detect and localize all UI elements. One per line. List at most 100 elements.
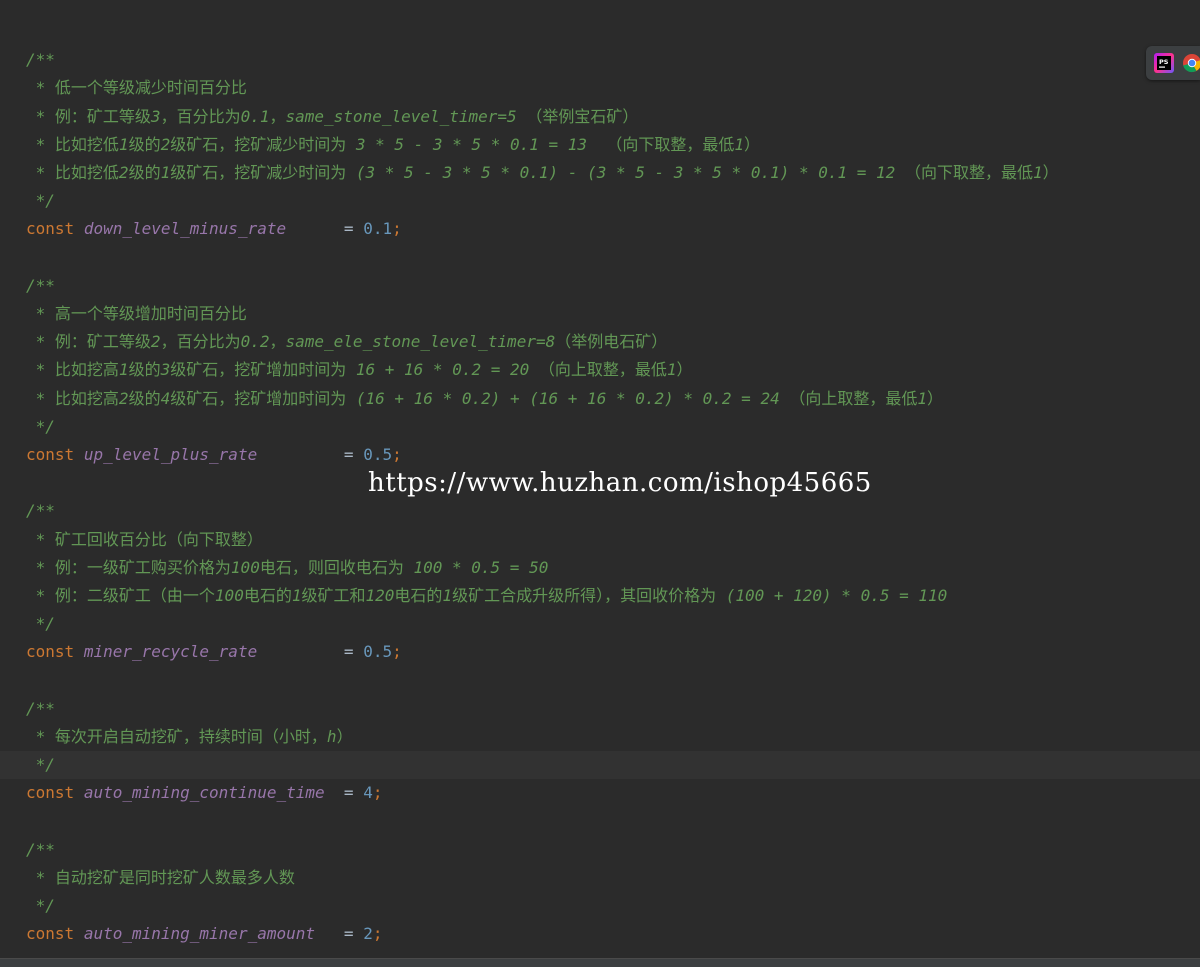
- comment-text: * 比如挖高2级的4级矿石，挖矿增加时间为 (16 + 16 * 0.2) + …: [26, 389, 944, 408]
- comment-text: * 矿工回收百分比（向下取整）: [26, 530, 263, 549]
- comment-text: * 自动挖矿是同时挖矿人数最多人数: [26, 868, 295, 887]
- comment-text: /**: [26, 840, 55, 859]
- comment-text: * 比如挖高1级的3级矿石，挖矿增加时间为 16 + 16 * 0.2 = 20…: [26, 360, 693, 379]
- line-content: */: [0, 413, 55, 441]
- constant-name: auto_mining_continue_time: [83, 783, 325, 802]
- comment-line[interactable]: * 自动挖矿是同时挖矿人数最多人数: [0, 864, 1200, 892]
- padding: [286, 219, 334, 238]
- comment-line[interactable]: * 例：一级矿工购买价格为100电石，则回收电石为 100 * 0.5 = 50: [0, 554, 1200, 582]
- comment-line[interactable]: * 例：矿工等级2，百分比为0.2，same_ele_stone_level_t…: [0, 328, 1200, 356]
- comment-line[interactable]: /**: [0, 46, 1200, 74]
- line-content: * 比如挖高1级的3级矿石，挖矿增加时间为 16 + 16 * 0.2 = 20…: [0, 356, 693, 384]
- semicolon: ;: [372, 783, 383, 802]
- padding: [257, 642, 334, 661]
- comment-line[interactable]: */: [0, 751, 1200, 779]
- line-content: const down_level_minus_rate = 0.1;: [0, 215, 402, 243]
- blank-line[interactable]: [0, 667, 1200, 695]
- line-content: [0, 667, 36, 695]
- blank-line[interactable]: [0, 18, 1200, 46]
- semicolon: ;: [392, 445, 402, 464]
- keyword-const: const: [26, 445, 75, 464]
- line-content: * 比如挖低1级的2级矿石，挖矿减少时间为 3 * 5 - 3 * 5 * 0.…: [0, 131, 760, 159]
- code-line[interactable]: const auto_mining_miner_amount = 2;: [0, 920, 1200, 948]
- comment-line[interactable]: * 比如挖高2级的4级矿石，挖矿增加时间为 (16 + 16 * 0.2) + …: [0, 385, 1200, 413]
- constant-value: 2: [363, 924, 373, 943]
- comment-line[interactable]: * 高一个等级增加时间百分比: [0, 300, 1200, 328]
- comment-text: */: [26, 896, 55, 915]
- constant-value: 0.1: [363, 219, 393, 238]
- comment-line[interactable]: * 低一个等级减少时间百分比: [0, 74, 1200, 102]
- comment-text: * 例：一级矿工购买价格为100电石，则回收电石为 100 * 0.5 = 50: [26, 558, 549, 577]
- comment-text: */: [26, 417, 55, 436]
- comment-text: /**: [26, 699, 55, 718]
- comment-text: * 比如挖低1级的2级矿石，挖矿减少时间为 3 * 5 - 3 * 5 * 0.…: [26, 135, 760, 154]
- code-line[interactable]: const auto_mining_continue_time = 4;: [0, 779, 1200, 807]
- comment-line[interactable]: * 比如挖低1级的2级矿石，挖矿减少时间为 3 * 5 - 3 * 5 * 0.…: [0, 131, 1200, 159]
- comment-line[interactable]: */: [0, 187, 1200, 215]
- line-content: * 低一个等级减少时间百分比: [0, 74, 247, 102]
- comment-text: */: [26, 614, 55, 633]
- semicolon: ;: [372, 924, 383, 943]
- line-content: [0, 469, 36, 497]
- line-content: */: [0, 751, 55, 779]
- comment-line[interactable]: * 矿工回收百分比（向下取整）: [0, 526, 1200, 554]
- comment-line[interactable]: * 例：二级矿工（由一个100电石的1级矿工和120电石的1级矿工合成升级所得）…: [0, 582, 1200, 610]
- line-content: [0, 808, 36, 836]
- comment-line[interactable]: * 例：矿工等级3，百分比为0.1，same_stone_level_timer…: [0, 103, 1200, 131]
- code-line[interactable]: const up_level_plus_rate = 0.5;: [0, 441, 1200, 469]
- comment-line[interactable]: /**: [0, 695, 1200, 723]
- line-content: const miner_recycle_rate = 0.5;: [0, 638, 402, 666]
- keyword-const: const: [26, 924, 75, 943]
- line-content: /**: [0, 46, 55, 74]
- comment-line[interactable]: * 每次开启自动挖矿，持续时间（小时，h）: [0, 723, 1200, 751]
- comment-line[interactable]: */: [0, 413, 1200, 441]
- chrome-icon[interactable]: [1182, 53, 1200, 73]
- line-content: * 例：一级矿工购买价格为100电石，则回收电石为 100 * 0.5 = 50: [0, 554, 549, 582]
- line-content: const up_level_plus_rate = 0.5;: [0, 441, 402, 469]
- comment-line[interactable]: */: [0, 610, 1200, 638]
- comment-text: */: [26, 191, 55, 210]
- line-content: * 例：二级矿工（由一个100电石的1级矿工和120电石的1级矿工合成升级所得）…: [0, 582, 948, 610]
- code-line[interactable]: const miner_recycle_rate = 0.5;: [0, 638, 1200, 666]
- assign-operator: =: [343, 445, 354, 464]
- constant-value: 0.5: [363, 445, 393, 464]
- comment-line[interactable]: /**: [0, 272, 1200, 300]
- blank-line[interactable]: [0, 808, 1200, 836]
- line-content: * 自动挖矿是同时挖矿人数最多人数: [0, 864, 295, 892]
- constant-name: down_level_minus_rate: [83, 219, 287, 238]
- line-content: */: [0, 892, 55, 920]
- comment-text: */: [26, 755, 55, 774]
- comment-text: * 比如挖低2级的1级矿石，挖矿减少时间为 (3 * 5 - 3 * 5 * 0…: [26, 163, 1059, 182]
- comment-line[interactable]: /**: [0, 497, 1200, 525]
- assign-operator: =: [343, 642, 354, 661]
- comment-line[interactable]: * 比如挖低2级的1级矿石，挖矿减少时间为 (3 * 5 - 3 * 5 * 0…: [0, 159, 1200, 187]
- comment-line[interactable]: * 比如挖高1级的3级矿石，挖矿增加时间为 16 + 16 * 0.2 = 20…: [0, 356, 1200, 384]
- comment-line[interactable]: /**: [0, 836, 1200, 864]
- phpstorm-icon[interactable]: PS: [1154, 53, 1174, 73]
- browser-launch-toolbar: PS: [1146, 46, 1200, 80]
- svg-text:PS: PS: [1159, 58, 1169, 66]
- comment-line[interactable]: */: [0, 892, 1200, 920]
- assign-operator: =: [343, 924, 354, 943]
- blank-line[interactable]: [0, 244, 1200, 272]
- line-content: [0, 244, 36, 272]
- semicolon: ;: [392, 219, 402, 238]
- line-content: [0, 18, 36, 46]
- comment-text: /**: [26, 50, 55, 69]
- line-content: /**: [0, 497, 55, 525]
- code-line[interactable]: const down_level_minus_rate = 0.1;: [0, 215, 1200, 243]
